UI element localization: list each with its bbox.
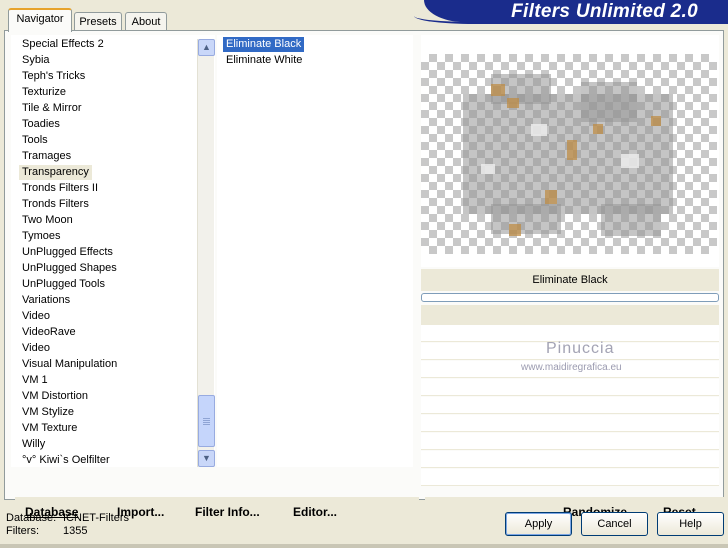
watermark-name: Pinuccia	[546, 340, 615, 357]
cancel-button[interactable]: Cancel	[581, 512, 648, 536]
app-title-banner: Filters Unlimited 2.0	[414, 0, 728, 24]
category-item[interactable]: VM Stylize	[19, 405, 77, 420]
parameter-row	[421, 415, 719, 432]
category-item[interactable]: Variations	[19, 293, 73, 308]
filters-count-label: Filters:	[6, 525, 39, 537]
category-item[interactable]: VM Distortion	[19, 389, 91, 404]
filter-item[interactable]: Eliminate White	[223, 53, 305, 68]
database-label: Database:	[6, 512, 57, 524]
category-item[interactable]: UnPlugged Tools	[19, 277, 108, 292]
parameter-row	[421, 433, 719, 450]
parameter-row	[421, 451, 719, 468]
chevron-down-icon[interactable]: ▼	[198, 450, 215, 467]
parameter-row	[421, 469, 719, 486]
parameter-row	[421, 379, 719, 396]
category-item[interactable]: UnPlugged Effects	[19, 245, 116, 260]
category-item[interactable]: Video	[19, 309, 53, 324]
category-scrollbar[interactable]: ▲ ▼	[197, 39, 215, 467]
editor-button[interactable]: Editor...	[293, 505, 337, 519]
category-item[interactable]: Two Moon	[19, 213, 76, 228]
category-list[interactable]: Special Effects 2 Sybia Teph's Tricks Te…	[11, 35, 215, 467]
category-item[interactable]: VideoRave	[19, 325, 79, 340]
window-bottom-edge	[0, 544, 728, 548]
navigator-panel: Special Effects 2 Sybia Teph's Tricks Te…	[4, 30, 727, 525]
category-item[interactable]: Teph's Tricks	[19, 69, 88, 84]
parameter-header	[421, 305, 719, 325]
database-value: ICNET-Filters	[63, 512, 129, 524]
category-item[interactable]: Tronds Filters II	[19, 181, 101, 196]
watermark-url: www.maidiregrafica.eu	[521, 362, 622, 373]
category-item[interactable]: Texturize	[19, 85, 69, 100]
category-item[interactable]: UnPlugged Shapes	[19, 261, 120, 276]
category-item[interactable]: Tronds Filters	[19, 197, 92, 212]
category-item[interactable]: Visual Manipulation	[19, 357, 120, 372]
preview-filter-name: Eliminate Black	[421, 269, 719, 291]
filters-count-value: 1355	[63, 525, 88, 537]
chevron-up-icon[interactable]: ▲	[198, 39, 215, 56]
category-item[interactable]: Video	[19, 341, 53, 356]
category-item-selected[interactable]: Transparency	[19, 165, 92, 180]
filter-item-selected[interactable]: Eliminate Black	[223, 37, 305, 52]
filter-list[interactable]: Eliminate Black Eliminate White	[217, 35, 413, 467]
category-item[interactable]: Tramages	[19, 149, 74, 164]
parameter-row	[421, 397, 719, 414]
preview-image[interactable]	[421, 54, 717, 254]
category-item[interactable]: °v° Kiwi`s Oelfilter	[19, 453, 113, 467]
help-button[interactable]: Help	[657, 512, 724, 536]
tab-navigator[interactable]: Navigator	[8, 8, 72, 32]
category-item[interactable]: VM Texture	[19, 421, 80, 436]
apply-button[interactable]: Apply	[505, 512, 572, 536]
scrollbar-thumb[interactable]	[198, 395, 215, 447]
progress-bar	[421, 293, 719, 302]
category-item[interactable]: Sybia	[19, 53, 53, 68]
category-item[interactable]: Toadies	[19, 117, 63, 132]
category-item[interactable]: Tymoes	[19, 229, 64, 244]
filter-info-button[interactable]: Filter Info...	[195, 505, 260, 519]
category-item[interactable]: Special Effects 2	[19, 37, 107, 52]
category-item[interactable]: VM 1	[19, 373, 51, 388]
tab-presets[interactable]: Presets	[74, 12, 122, 32]
tab-about[interactable]: About	[125, 12, 167, 32]
preview-area	[421, 35, 719, 267]
app-title: Filters Unlimited 2.0	[511, 1, 698, 22]
category-item[interactable]: Willy	[19, 437, 48, 452]
category-item[interactable]: Tile & Mirror	[19, 101, 84, 116]
category-item[interactable]: Tools	[19, 133, 51, 148]
